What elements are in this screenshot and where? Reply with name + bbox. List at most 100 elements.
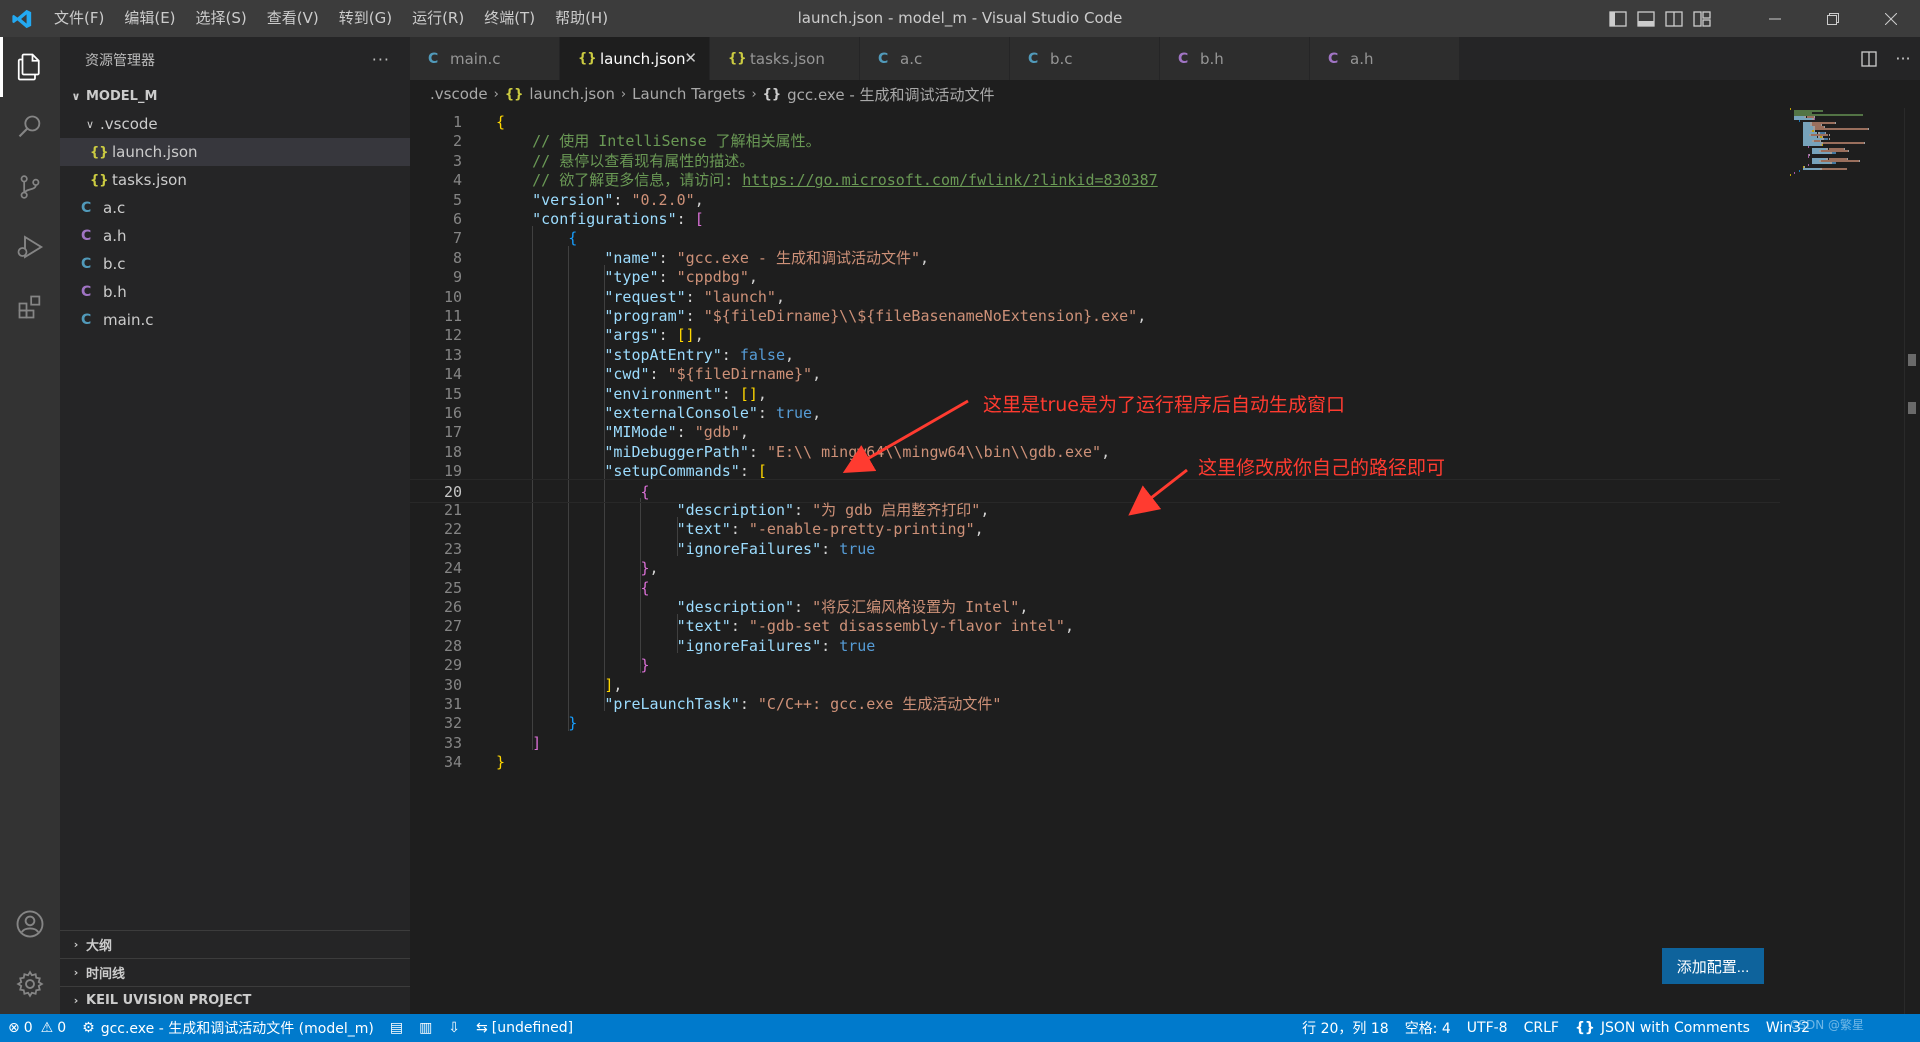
sync-target[interactable]: ⇆ [undefined] xyxy=(468,1014,581,1042)
file-a-c[interactable]: C a.c xyxy=(60,194,410,222)
more-icon[interactable]: ··· xyxy=(372,50,390,69)
menu-edit[interactable]: 编辑(E) xyxy=(114,0,185,37)
json-file-icon: {} xyxy=(578,51,597,66)
file-b-c[interactable]: C b.c xyxy=(60,250,410,278)
c-file-icon: C xyxy=(1028,50,1039,67)
folder-vscode[interactable]: ∨ .vscode xyxy=(60,110,410,138)
customize-layout-icon[interactable] xyxy=(1688,0,1716,37)
breadcrumb-folder[interactable]: .vscode xyxy=(430,85,488,103)
tab-tasks-json[interactable]: {} tasks.json xyxy=(710,37,860,80)
settings-gear-icon[interactable] xyxy=(0,954,60,1014)
flash-icon[interactable]: ⇩ xyxy=(440,1014,468,1042)
toggle-secondary-sidebar-icon[interactable] xyxy=(1660,0,1688,37)
code-token: "version" xyxy=(532,190,614,209)
code-token: , xyxy=(974,520,984,539)
keil-project-section[interactable]: › KEIL UVISION PROJECT xyxy=(60,986,410,1014)
toggle-sidebar-icon[interactable] xyxy=(1604,0,1632,37)
menu-help[interactable]: 帮助(H) xyxy=(545,0,618,37)
language-mode[interactable]: {} JSON with Comments xyxy=(1567,1014,1758,1042)
tab-label: b.c xyxy=(1050,49,1073,68)
add-configuration-button[interactable]: 添加配置... xyxy=(1662,948,1764,984)
code-token: : xyxy=(685,307,704,325)
json-file-icon: {} xyxy=(504,86,524,102)
split-editor-icon[interactable] xyxy=(1852,37,1886,80)
menu-go[interactable]: 转到(G) xyxy=(329,0,402,37)
menu-terminal[interactable]: 终端(T) xyxy=(474,0,545,37)
explorer-icon[interactable] xyxy=(0,37,60,97)
file-label: b.c xyxy=(103,255,126,273)
code-token: // 悬停以查看现有属性的描述。 xyxy=(532,151,755,170)
build-icon[interactable]: ▤ xyxy=(382,1014,411,1042)
code-token: , xyxy=(785,345,795,364)
code-token: "miDebuggerPath" xyxy=(604,442,749,461)
source-control-icon[interactable] xyxy=(0,157,60,217)
code-token: : xyxy=(794,501,813,519)
close-icon[interactable]: ✕ xyxy=(684,49,697,67)
rebuild-icon[interactable]: ▥ xyxy=(411,1014,440,1042)
indentation[interactable]: 空格: 4 xyxy=(1397,1014,1459,1042)
code-token: "cwd" xyxy=(604,365,650,384)
search-icon[interactable] xyxy=(0,97,60,157)
code-token: , xyxy=(775,287,785,306)
encoding[interactable]: UTF-8 xyxy=(1459,1014,1516,1042)
file-main-c[interactable]: C main.c xyxy=(60,306,410,334)
toggle-panel-icon[interactable] xyxy=(1632,0,1660,37)
warning-count: 0 xyxy=(57,1020,67,1036)
tab-label: tasks.json xyxy=(750,49,825,68)
menu-run[interactable]: 运行(R) xyxy=(402,0,474,37)
tab-a-c[interactable]: Ca.c xyxy=(860,37,1010,80)
extensions-icon[interactable] xyxy=(0,277,60,337)
debug-target[interactable]: ⚙ gcc.exe - 生成和调试活动文件 (model_m) xyxy=(74,1014,382,1042)
menu-file[interactable]: 文件(F) xyxy=(44,0,114,37)
section-title: KEIL UVISION PROJECT xyxy=(86,993,252,1008)
undefined-label: [undefined] xyxy=(491,1020,574,1036)
code-token: , xyxy=(980,501,990,519)
code-line[interactable]: 34} xyxy=(410,750,1780,774)
restore-button[interactable] xyxy=(1804,0,1862,37)
file-launch-json[interactable]: {} launch.json xyxy=(60,138,410,166)
tab-b-c[interactable]: Cb.c xyxy=(1010,37,1160,80)
code-token: , xyxy=(1064,617,1074,636)
line-number: 34 xyxy=(443,753,462,772)
close-window-button[interactable] xyxy=(1862,0,1920,37)
tab-b-h[interactable]: Cb.h xyxy=(1160,37,1310,80)
file-a-h[interactable]: C a.h xyxy=(60,222,410,250)
code-token: "args" xyxy=(604,326,659,345)
breadcrumb-node[interactable]: gcc.exe - 生成和调试活动文件 xyxy=(787,84,994,105)
menu-selection[interactable]: 选择(S) xyxy=(186,0,257,37)
file-b-h[interactable]: C b.h xyxy=(60,278,410,306)
vertical-scrollbar[interactable] xyxy=(1904,108,1918,1014)
code-token: "-gdb-set disassembly-flavor intel" xyxy=(748,617,1065,636)
code-token: "text" xyxy=(676,617,731,636)
breadcrumb-file[interactable]: launch.json xyxy=(529,85,615,103)
minimize-button[interactable] xyxy=(1746,0,1804,37)
problems-indicator[interactable]: ⊗ 0 ⚠ 0 xyxy=(0,1014,74,1042)
cursor-position[interactable]: 行 20，列 18 xyxy=(1294,1014,1397,1042)
menu-view[interactable]: 查看(V) xyxy=(257,0,329,37)
outline-section[interactable]: › 大纲 xyxy=(60,930,410,958)
watermark: CSDN @繁星 xyxy=(1789,1018,1864,1032)
file-tasks-json[interactable]: {} tasks.json xyxy=(60,166,410,194)
project-folder[interactable]: ∨ MODEL_M xyxy=(60,82,410,110)
run-debug-icon[interactable] xyxy=(0,217,60,277)
breadcrumb-node[interactable]: Launch Targets xyxy=(632,85,745,103)
minimap-token xyxy=(1859,160,1861,162)
timeline-section[interactable]: › 时间线 xyxy=(60,958,410,986)
debug-target-label: gcc.exe - 生成和调试活动文件 (model_m) xyxy=(100,1021,374,1037)
code-token: true xyxy=(839,539,876,558)
tab-a-h[interactable]: Ca.h xyxy=(1310,37,1460,80)
tab-launch-json[interactable]: {} launch.json ✕ xyxy=(560,37,710,80)
account-icon[interactable] xyxy=(0,894,60,954)
minimap[interactable] xyxy=(1790,108,1900,178)
more-actions-icon[interactable]: ··· xyxy=(1886,37,1920,80)
line-ending[interactable]: CRLF xyxy=(1516,1014,1567,1042)
folder-label: .vscode xyxy=(100,115,158,133)
tab-main-c[interactable]: Cmain.c xyxy=(410,37,560,80)
code-editor[interactable]: 1{2 // 使用 IntelliSense 了解相关属性。 3 // 悬停以查看… xyxy=(410,108,1920,1014)
code-token: "ignoreFailures" xyxy=(676,636,822,655)
